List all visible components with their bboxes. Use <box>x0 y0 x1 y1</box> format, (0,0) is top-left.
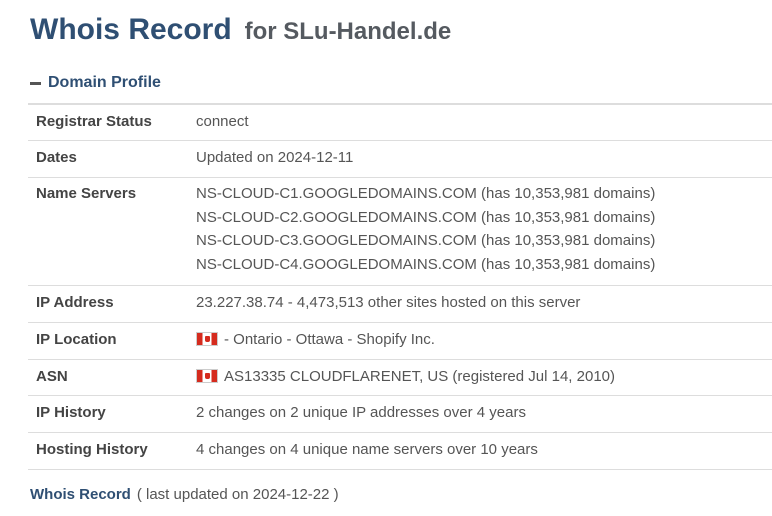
row-value: 2 changes on 2 unique IP addresses over … <box>196 404 526 421</box>
row-value: Updated on 2024-12-11 <box>196 149 354 166</box>
canada-flag-icon <box>196 332 218 346</box>
row-label: Dates <box>36 149 77 166</box>
row-label: IP Address <box>36 294 114 311</box>
domain-profile-table: Registrar Status connect Dates Updated o… <box>28 103 772 470</box>
row-label: Name Servers <box>36 185 137 202</box>
section-title: Domain Profile <box>48 74 161 91</box>
page-title-domain: for SLu-Handel.de <box>244 18 452 45</box>
row-asn: ASN AS13335 CLOUDFLARENET, US (registere… <box>28 360 772 396</box>
domain-profile-toggle[interactable]: Domain Profile <box>30 74 161 92</box>
row-value: AS13335 CLOUDFLARENET, US (registered Ju… <box>224 368 616 385</box>
row-value: connect <box>196 113 249 130</box>
last-updated-note: ( last updated on 2024-12-22 ) <box>136 486 339 503</box>
whois-record-link[interactable]: Whois Record <box>30 486 131 503</box>
row-ip-address: IP Address 23.227.38.74 - 4,473,513 othe… <box>28 286 772 323</box>
row-value: - Ontario - Ottawa - Shopify Inc. <box>224 331 435 348</box>
name-server-item: NS-CLOUD-C4.GOOGLEDOMAINS.COM (has 10,35… <box>196 255 656 273</box>
row-label: IP History <box>36 404 106 421</box>
name-server-list: NS-CLOUD-C1.GOOGLEDOMAINS.COM (has 10,35… <box>196 182 772 285</box>
row-dates: Dates Updated on 2024-12-11 <box>28 141 772 178</box>
footer: Whois Record ( last updated on 2024-12-22… <box>30 486 339 503</box>
minus-icon[interactable] <box>30 81 41 85</box>
page-title: Whois Record for SLu-Handel.de <box>30 10 451 47</box>
row-hosting-history: Hosting History 4 changes on 4 unique na… <box>28 433 772 470</box>
row-value-wrap: - Ontario - Ottawa - Shopify Inc. <box>196 331 772 359</box>
row-ip-location: IP Location - Ontario - Ottawa - Shopify… <box>28 323 772 360</box>
row-value: 23.227.38.74 - 4,473,513 other sites hos… <box>196 294 581 311</box>
row-label: Hosting History <box>36 441 148 458</box>
row-name-servers: Name Servers NS-CLOUD-C1.GOOGLEDOMAINS.C… <box>28 178 772 286</box>
row-value-wrap: AS13335 CLOUDFLARENET, US (registered Ju… <box>196 368 772 395</box>
name-server-item: NS-CLOUD-C3.GOOGLEDOMAINS.COM (has 10,35… <box>196 232 656 249</box>
name-server-item: NS-CLOUD-C1.GOOGLEDOMAINS.COM (has 10,35… <box>196 185 656 202</box>
row-value: 4 changes on 4 unique name servers over … <box>196 441 538 458</box>
row-registrar-status: Registrar Status connect <box>28 105 772 141</box>
name-server-item: NS-CLOUD-C2.GOOGLEDOMAINS.COM (has 10,35… <box>196 208 656 226</box>
canada-flag-icon <box>196 369 218 383</box>
row-ip-history: IP History 2 changes on 2 unique IP addr… <box>28 396 772 433</box>
page-title-main: Whois Record <box>30 13 232 46</box>
row-label: IP Location <box>36 331 117 348</box>
row-label: ASN <box>36 368 68 385</box>
row-label: Registrar Status <box>36 113 152 130</box>
